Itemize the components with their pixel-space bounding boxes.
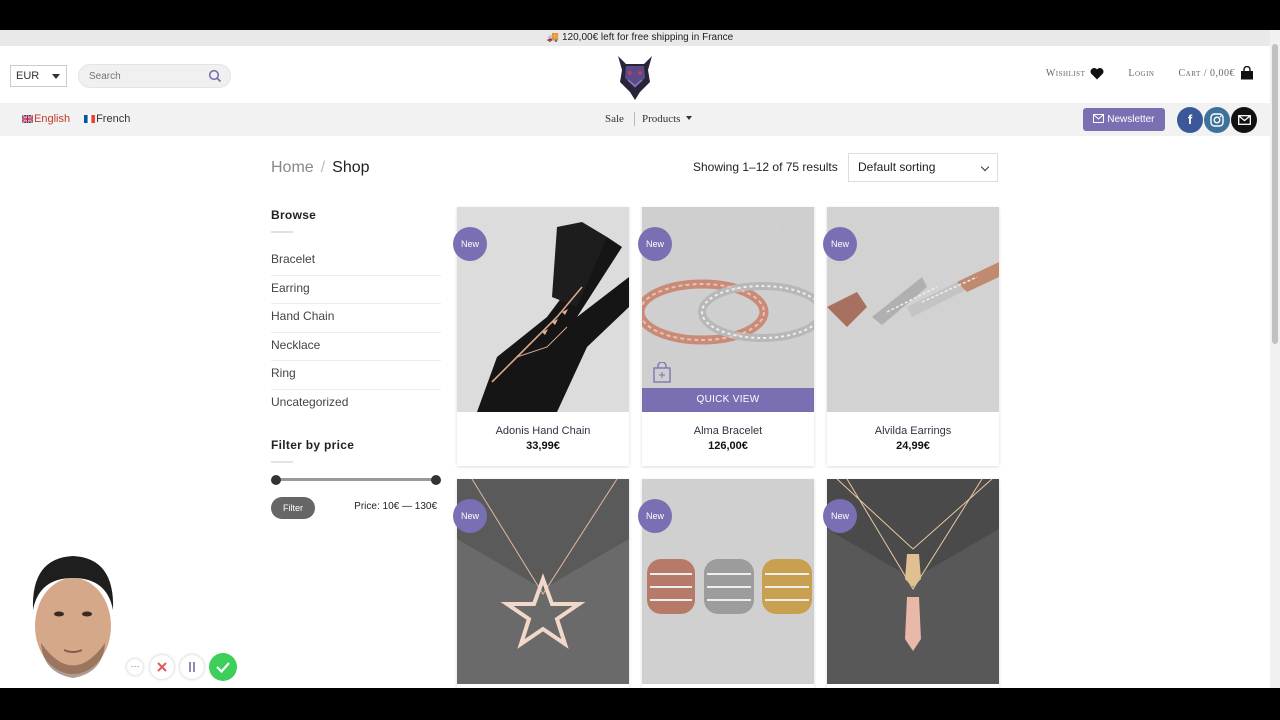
menu-item-products-label: Products bbox=[641, 113, 681, 125]
product-card[interactable]: New Alvilda Earrings 24,99€ bbox=[823, 207, 999, 466]
product-name[interactable]: Adonis Hand Chain bbox=[457, 425, 629, 437]
cart-label: Cart / 0,00€ bbox=[1178, 67, 1235, 79]
category-ring[interactable]: Ring bbox=[271, 361, 441, 390]
title-divider bbox=[271, 231, 293, 233]
breadcrumb-home[interactable]: Home bbox=[271, 159, 314, 176]
search-box bbox=[78, 64, 231, 88]
filter-row: Filter Price: 10€ — 130€ bbox=[271, 497, 441, 523]
product-card[interactable]: New Adonis Hand Chain 33,99€ bbox=[453, 207, 629, 466]
site-header: EUR Wishlist Login bbox=[0, 46, 1280, 103]
wishlist-link[interactable]: Wishlist bbox=[1046, 67, 1105, 80]
currency-value: EUR bbox=[16, 70, 40, 82]
quick-view-button[interactable]: QUICK VIEW bbox=[642, 388, 814, 412]
heart-icon[interactable] bbox=[782, 215, 804, 237]
category-bracelet[interactable]: Bracelet bbox=[271, 247, 441, 276]
language-french[interactable]: French bbox=[84, 113, 130, 125]
page-scrollbar[interactable] bbox=[1270, 30, 1280, 688]
price-slider-track bbox=[275, 478, 437, 481]
search-input[interactable] bbox=[79, 65, 199, 87]
filter-by-price-title: Filter by price bbox=[271, 438, 355, 452]
product-card[interactable]: QUICK VIEW New Alma Bracelet 126,00€ bbox=[638, 207, 814, 466]
webcam-overlay bbox=[19, 548, 127, 681]
language-english-label: English bbox=[34, 113, 71, 125]
cart-link[interactable]: Cart / 0,00€ bbox=[1178, 66, 1254, 80]
site-logo[interactable] bbox=[614, 48, 656, 100]
main-nav-bar: English French Sale Products Newsletter … bbox=[0, 103, 1280, 136]
menu-divider bbox=[633, 112, 635, 126]
product-name[interactable]: Alvilda Earrings bbox=[827, 425, 999, 437]
language-french-label: French bbox=[96, 113, 131, 125]
menu-item-products[interactable]: Products bbox=[642, 113, 693, 125]
newsletter-label: Newsletter bbox=[1107, 114, 1155, 125]
login-label: Login bbox=[1128, 67, 1155, 79]
category-hand-chain[interactable]: Hand Chain bbox=[271, 304, 441, 333]
menu-item-sale[interactable]: Sale bbox=[605, 113, 624, 125]
product-price: 24,99€ bbox=[896, 440, 930, 452]
breadcrumb-current: Shop bbox=[332, 159, 370, 176]
free-shipping-text: 🚚 120,00€ left for free shipping in Fran… bbox=[546, 32, 734, 43]
new-badge: New bbox=[453, 499, 487, 533]
product-card[interactable]: New bbox=[638, 479, 814, 688]
instagram-icon[interactable] bbox=[1204, 107, 1230, 133]
category-list: Bracelet Earring Hand Chain Necklace Rin… bbox=[271, 247, 441, 418]
login-link[interactable]: Login bbox=[1128, 68, 1154, 79]
language-switcher: English French bbox=[22, 113, 130, 125]
new-badge: New bbox=[453, 227, 487, 261]
product-price: 33,99€ bbox=[526, 440, 560, 452]
new-badge: New bbox=[823, 227, 857, 261]
wishlist-label: Wishlist bbox=[1045, 67, 1086, 79]
browse-title: Browse bbox=[271, 208, 317, 222]
new-badge: New bbox=[638, 499, 672, 533]
browser-viewport: 🚚 120,00€ left for free shipping in Fran… bbox=[0, 30, 1280, 688]
product-name[interactable]: Alma Bracelet bbox=[642, 425, 814, 437]
sorting-value: Default sorting bbox=[858, 160, 936, 174]
heart-icon bbox=[1090, 67, 1104, 79]
pause-icon[interactable] bbox=[180, 655, 204, 679]
product-card[interactable]: New bbox=[823, 479, 999, 688]
close-icon[interactable] bbox=[150, 655, 174, 679]
price-range-label: Price: 10€ — 130€ bbox=[354, 501, 437, 512]
sorting-select[interactable]: Default sorting bbox=[848, 153, 998, 182]
main-menu: Sale Products bbox=[605, 112, 693, 126]
breadcrumb: Home / Shop bbox=[271, 159, 370, 177]
price-slider[interactable] bbox=[271, 473, 441, 487]
title-divider bbox=[271, 461, 293, 463]
facebook-icon[interactable]: f bbox=[1177, 107, 1203, 133]
filter-button[interactable]: Filter bbox=[271, 497, 315, 519]
free-shipping-bar: 🚚 120,00€ left for free shipping in Fran… bbox=[0, 30, 1280, 46]
search-icon[interactable] bbox=[208, 69, 222, 88]
product-card[interactable]: New bbox=[453, 479, 629, 688]
check-icon[interactable] bbox=[209, 653, 237, 681]
caret-down-icon bbox=[686, 116, 693, 120]
new-badge: New bbox=[638, 227, 672, 261]
more-icon[interactable]: ··· bbox=[127, 659, 143, 675]
currency-select[interactable]: EUR bbox=[10, 65, 67, 87]
category-necklace[interactable]: Necklace bbox=[271, 333, 441, 361]
category-uncategorized[interactable]: Uncategorized bbox=[271, 390, 441, 419]
breadcrumb-separator: / bbox=[320, 159, 326, 176]
chevron-down-icon bbox=[52, 74, 60, 79]
add-to-cart-icon[interactable] bbox=[652, 362, 672, 384]
uk-flag-icon bbox=[22, 115, 33, 123]
category-earring[interactable]: Earring bbox=[271, 276, 441, 304]
product-price: 126,00€ bbox=[708, 440, 748, 452]
france-flag-icon bbox=[84, 115, 96, 123]
chevron-down-icon bbox=[980, 162, 990, 172]
shopping-bag-icon bbox=[1241, 66, 1253, 80]
header-account-links: Wishlist Login Cart / 0,00€ bbox=[1046, 66, 1254, 80]
newsletter-button[interactable]: Newsletter bbox=[1083, 108, 1165, 131]
price-slider-max-handle[interactable] bbox=[431, 475, 441, 485]
shop-sidebar: Browse Bracelet Earring Hand Chain Neckl… bbox=[271, 208, 441, 523]
result-count: Showing 1–12 of 75 results bbox=[693, 160, 838, 174]
price-slider-min-handle[interactable] bbox=[271, 475, 281, 485]
language-english[interactable]: English bbox=[22, 113, 70, 125]
envelope-icon bbox=[1093, 114, 1105, 123]
email-icon[interactable] bbox=[1231, 107, 1257, 133]
scrollbar-thumb[interactable] bbox=[1272, 44, 1278, 344]
new-badge: New bbox=[823, 499, 857, 533]
